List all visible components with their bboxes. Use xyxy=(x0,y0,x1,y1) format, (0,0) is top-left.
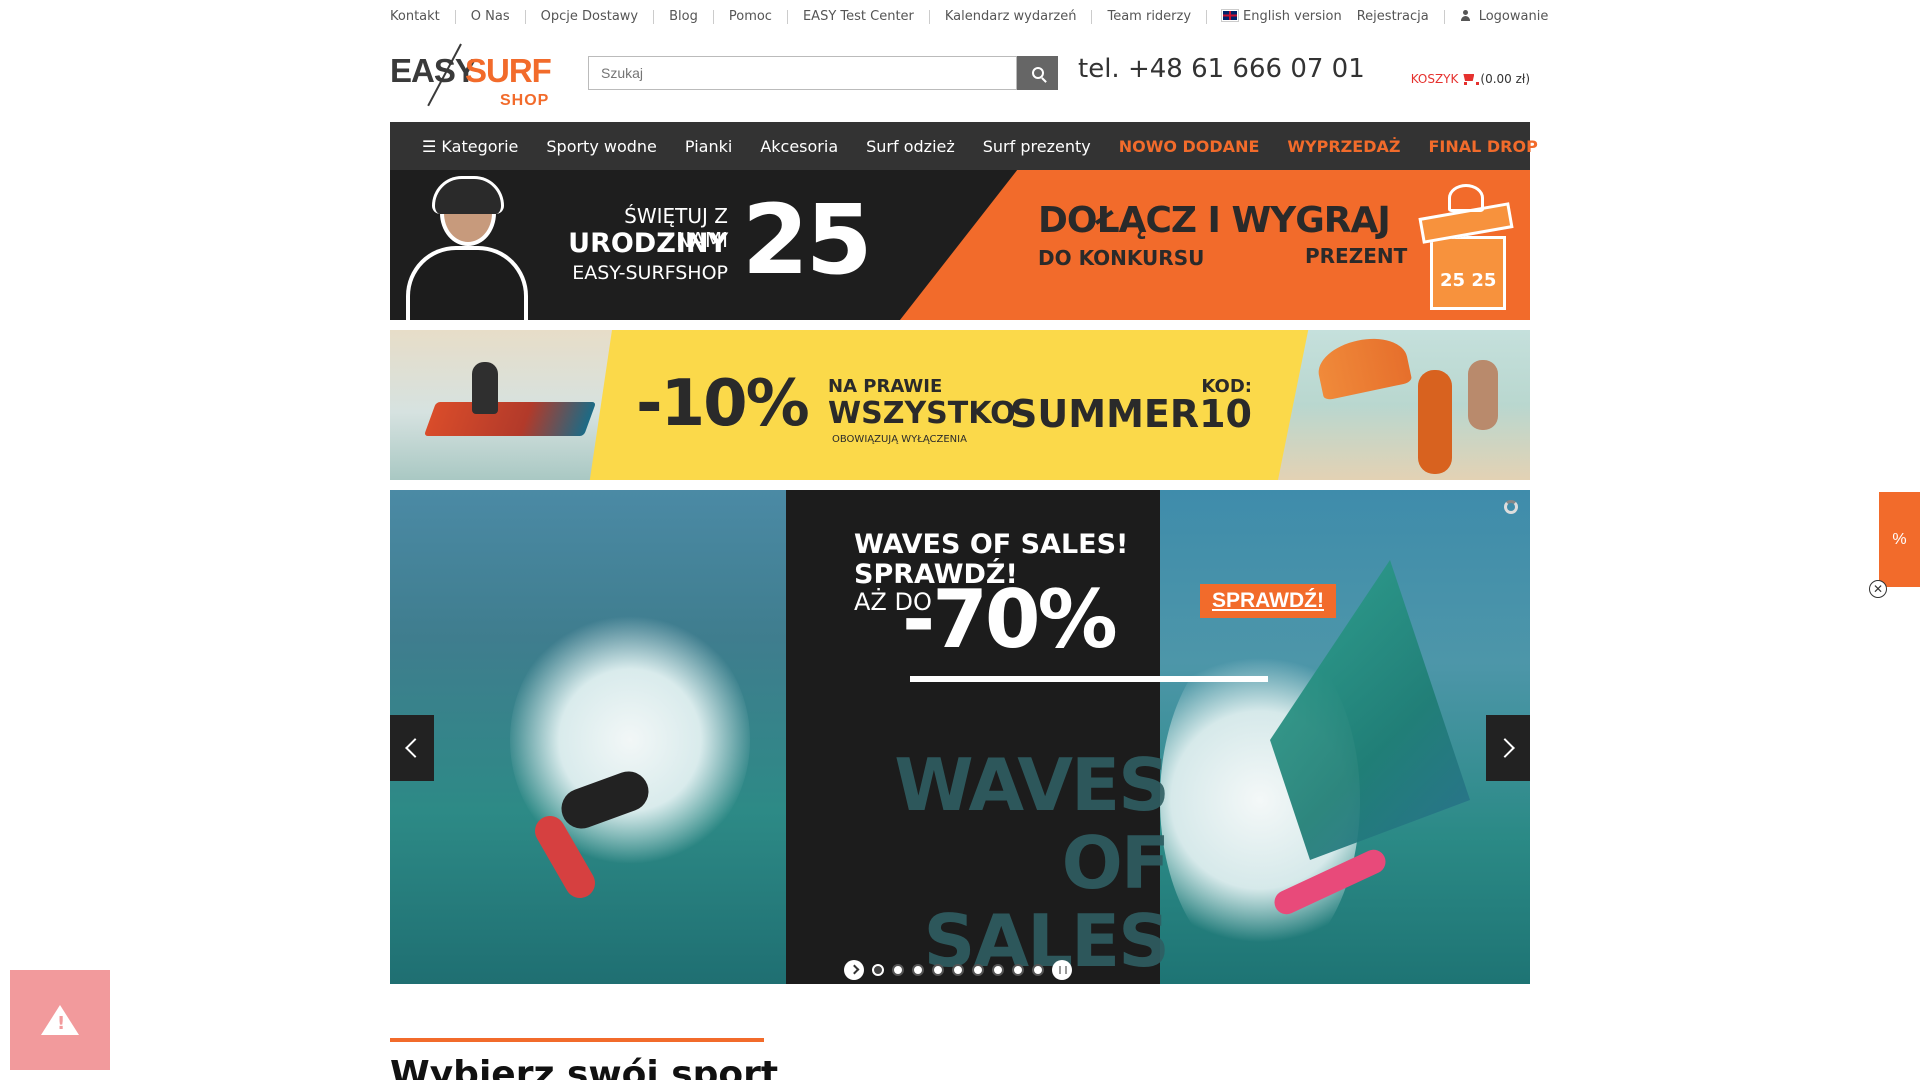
slider-pause-button[interactable] xyxy=(1052,960,1072,980)
logo-shop: SHOP xyxy=(500,92,550,109)
chevron-right-icon xyxy=(1495,738,1515,758)
top-links-bar: Kontakt O Nas Opcje Dostawy Blog Pomoc E… xyxy=(390,0,1548,34)
search-input[interactable] xyxy=(588,56,1017,90)
slider-dot[interactable] xyxy=(972,964,984,976)
cart-link[interactable]: KOSZYK (0.00 zł) xyxy=(1411,72,1530,86)
top-link-english-version[interactable]: English version xyxy=(1206,9,1357,24)
site-logo[interactable]: EASY SURF SHOP xyxy=(390,40,552,114)
discount-line2: WSZYSTKO xyxy=(828,396,1016,431)
login-label: Logowanie xyxy=(1478,9,1549,24)
slider-prev-button[interactable] xyxy=(390,715,434,781)
slider-dot[interactable] xyxy=(932,964,944,976)
birthday-contest-banner[interactable]: ŚWIĘTUJ Z NAMI URODZINY EASY-SURFSHOP 25… xyxy=(390,170,1530,320)
nav-kategorie[interactable]: ☰ Kategorie xyxy=(422,137,518,156)
top-link-opcje-dostawy[interactable]: Opcje Dostawy xyxy=(524,10,654,24)
discount-percent: -10% xyxy=(636,367,810,441)
hero-slider: WAVES OF SALES WAVES OF SALES! SPRAWDŹ! … xyxy=(390,490,1530,984)
sport-section-heading: Wybierz swój sport xyxy=(390,1038,1530,1080)
top-link-kontakt[interactable]: Kontakt xyxy=(390,10,455,24)
banner-person-image xyxy=(402,176,532,320)
top-link-blog[interactable]: Blog xyxy=(653,10,713,24)
cart-amount: (0.00 zł) xyxy=(1480,72,1530,86)
cart-label: KOSZYK xyxy=(1410,72,1459,86)
nav-nowo-dodane[interactable]: NOWO DODANE xyxy=(1119,137,1260,156)
cart-icon xyxy=(1462,73,1480,85)
birthday-line3: EASY-SURFSHOP xyxy=(572,262,728,284)
top-link-easy-test-center[interactable]: EASY Test Center xyxy=(786,10,929,24)
discount-note: OBOWIĄZUJĄ WYŁĄCZENIA xyxy=(832,434,967,445)
gift-box-icon: 25 25 xyxy=(1418,184,1514,314)
promo-side-tab[interactable]: % xyxy=(1879,492,1920,587)
slider-dot[interactable] xyxy=(952,964,964,976)
summer-discount-banner[interactable]: -10% NA PRAWIE WSZYSTKO OBOWIĄZUJĄ WYŁĄC… xyxy=(390,330,1530,480)
discount-code: SUMMER10 xyxy=(1010,392,1252,436)
top-link-o-nas[interactable]: O Nas xyxy=(454,10,525,24)
uk-flag-icon xyxy=(1221,9,1240,22)
join-text: DOŁĄCZ I WYGRAJ xyxy=(1038,200,1391,241)
nav-surf-odziez[interactable]: Surf odzież xyxy=(866,137,955,156)
slider-play-button[interactable] xyxy=(844,960,864,980)
logo-easy: EASY xyxy=(390,52,477,89)
discount-line1: NA PRAWIE xyxy=(828,376,943,397)
user-icon xyxy=(1460,10,1471,21)
english-version-label: English version xyxy=(1243,9,1342,24)
nav-surf-prezenty[interactable]: Surf prezenty xyxy=(983,137,1091,156)
slider-dot[interactable] xyxy=(892,964,904,976)
heading-accent-bar xyxy=(390,1038,764,1042)
search-button[interactable] xyxy=(1017,56,1058,90)
gift-number: 25 25 xyxy=(1440,270,1497,291)
slider-dot[interactable] xyxy=(912,964,924,976)
birthday-number: 25 xyxy=(742,184,873,296)
phone-number: tel. +48 61 666 07 01 xyxy=(1078,54,1365,84)
login-link[interactable]: Logowanie xyxy=(1443,9,1564,24)
close-icon[interactable]: ✕ xyxy=(1869,580,1887,598)
slider-dot[interactable] xyxy=(992,964,1004,976)
section-title: Wybierz swój sport xyxy=(390,1054,779,1080)
slider-dot[interactable] xyxy=(1012,964,1024,976)
top-link-pomoc[interactable]: Pomoc xyxy=(712,10,787,24)
main-nav: ☰ Kategorie Sporty wodne Pianki Akcesori… xyxy=(390,122,1538,170)
nav-akcesoria[interactable]: Akcesoria xyxy=(760,137,838,156)
loader-icon xyxy=(1504,500,1518,514)
account-links: Rejestracja Logowanie xyxy=(1357,10,1564,24)
slide-watermark: WAVES OF SALES xyxy=(894,743,1170,983)
search-form xyxy=(588,56,1058,90)
nav-sporty-wodne[interactable]: Sporty wodne xyxy=(546,137,657,156)
chevron-left-icon xyxy=(405,738,425,758)
slider-dot[interactable] xyxy=(872,964,884,976)
prize-text: PREZENT xyxy=(1305,244,1408,268)
slide-underline xyxy=(910,676,1268,682)
slider-pagination xyxy=(844,960,1072,980)
birthday-line2: URODZINY xyxy=(568,228,728,259)
warning-widget[interactable] xyxy=(10,970,110,1070)
contest-text: DO KONKURSU xyxy=(1038,246,1205,270)
slide-cta-button[interactable]: SPRAWDŹ! xyxy=(1200,584,1336,618)
logo-surf: SURF xyxy=(465,52,552,89)
slide-discount: -70% xyxy=(902,573,1118,666)
register-link[interactable]: Rejestracja xyxy=(1357,10,1444,24)
slider-next-button[interactable] xyxy=(1486,715,1530,781)
nav-pianki[interactable]: Pianki xyxy=(685,137,732,156)
nav-final-drop[interactable]: FINAL DROP xyxy=(1428,137,1537,156)
top-link-team-riderzy[interactable]: Team riderzy xyxy=(1091,10,1206,24)
top-link-kalendarz[interactable]: Kalendarz wydarzeń xyxy=(928,10,1092,24)
nav-wyprzedaz[interactable]: WYPRZEDAŻ xyxy=(1287,137,1400,156)
search-icon xyxy=(1031,67,1044,79)
slider-dot[interactable] xyxy=(1032,964,1044,976)
kitesurfer-photo xyxy=(1278,330,1530,480)
windsurfer-photo xyxy=(390,330,612,480)
site-header: EASY SURF SHOP tel. +48 61 666 07 01 KOS… xyxy=(390,34,1530,122)
warning-icon xyxy=(41,1005,79,1035)
